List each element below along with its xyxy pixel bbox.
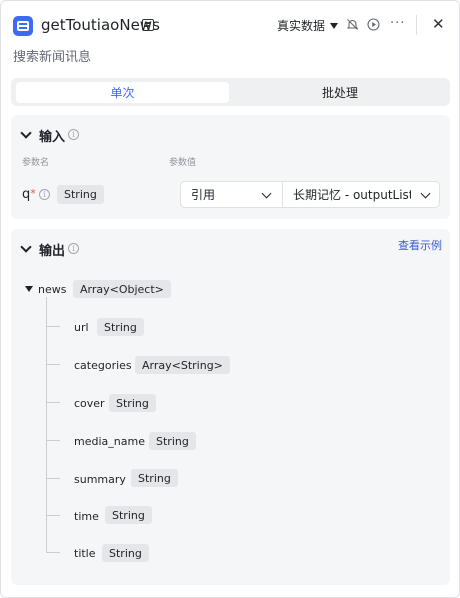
input-section-title: 输入 <box>39 130 66 145</box>
tree-item-type: String <box>109 394 156 412</box>
plugin-panel: getToutiaoNews 真实数据 ··· ✕ 搜索新闻讯息 单次 批处理 … <box>0 0 460 598</box>
more-icon[interactable]: ··· <box>390 16 405 31</box>
value-source-select[interactable]: 引用 <box>180 181 283 208</box>
tree-item-name: summary <box>74 473 126 486</box>
header-divider <box>416 15 417 35</box>
tab-batch[interactable]: 批处理 <box>236 82 444 103</box>
input-section: 输入 i 参数名 参数值 q* i String 引用 长期记忆 - outpu… <box>11 115 450 219</box>
tree-expand-caret-icon[interactable] <box>25 286 33 292</box>
value-source-label: 引用 <box>191 188 216 202</box>
run-mode-tabs: 单次 批处理 <box>11 78 450 106</box>
required-mark: * <box>30 187 36 200</box>
chevron-down-icon <box>420 188 431 199</box>
output-section-title: 输出 <box>39 244 66 259</box>
tree-item-type: Array<String> <box>135 356 230 374</box>
tree-branch-line <box>46 515 60 516</box>
tree-item-type: String <box>149 432 196 450</box>
tree-item-name: media_name <box>74 435 145 448</box>
view-example-link[interactable]: 查看示例 <box>398 237 442 253</box>
tree-item-name: categories <box>74 359 132 372</box>
close-icon[interactable]: ✕ <box>432 14 445 34</box>
value-variable-select[interactable]: 长期记忆 - outputList <box>282 181 440 208</box>
tree-branch-line <box>46 402 60 403</box>
caret-down-icon <box>330 22 339 29</box>
info-icon[interactable]: i <box>68 129 79 140</box>
tree-branch-line <box>46 364 60 365</box>
tree-item-type: String <box>131 469 178 487</box>
param-value-header: 参数值 <box>169 158 197 168</box>
tree-item-type: String <box>97 318 144 336</box>
tree-branch-line <box>46 440 60 441</box>
info-icon[interactable]: i <box>68 243 79 254</box>
tree-item-name: cover <box>74 397 105 410</box>
tree-item-name: title <box>74 547 96 560</box>
param-info-icon[interactable]: i <box>39 189 50 200</box>
run-icon[interactable] <box>367 18 380 31</box>
output-section: 输出 i 查看示例 news Array<Object> url String … <box>11 229 450 585</box>
data-mode-label: 真实数据 <box>277 19 326 33</box>
tree-item-type: String <box>105 506 152 524</box>
tree-item-name: time <box>74 510 99 523</box>
plugin-description: 搜索新闻讯息 <box>13 50 92 65</box>
tree-item-name: url <box>74 321 89 334</box>
param-type-tag: String <box>57 185 104 204</box>
data-mode-dropdown[interactable]: 真实数据 <box>277 17 339 34</box>
mute-bell-icon[interactable] <box>346 18 359 31</box>
param-name-header: 参数名 <box>22 158 50 168</box>
collapse-chevron-icon[interactable] <box>20 241 32 253</box>
tree-branch-line <box>46 326 60 327</box>
chevron-down-icon <box>261 188 272 199</box>
tree-branch-line <box>46 552 60 553</box>
edit-icon[interactable] <box>142 19 154 31</box>
tab-single[interactable]: 单次 <box>16 82 229 103</box>
value-variable-label: 长期记忆 - outputList <box>293 188 411 202</box>
tree-root-name: news <box>38 283 67 296</box>
plugin-window-icon <box>13 16 33 36</box>
tree-root-type: Array<Object> <box>73 280 171 298</box>
tree-branch-line <box>46 478 60 479</box>
tree-item-type: String <box>102 544 149 562</box>
param-name: q* <box>22 187 36 202</box>
collapse-chevron-icon[interactable] <box>20 127 32 139</box>
